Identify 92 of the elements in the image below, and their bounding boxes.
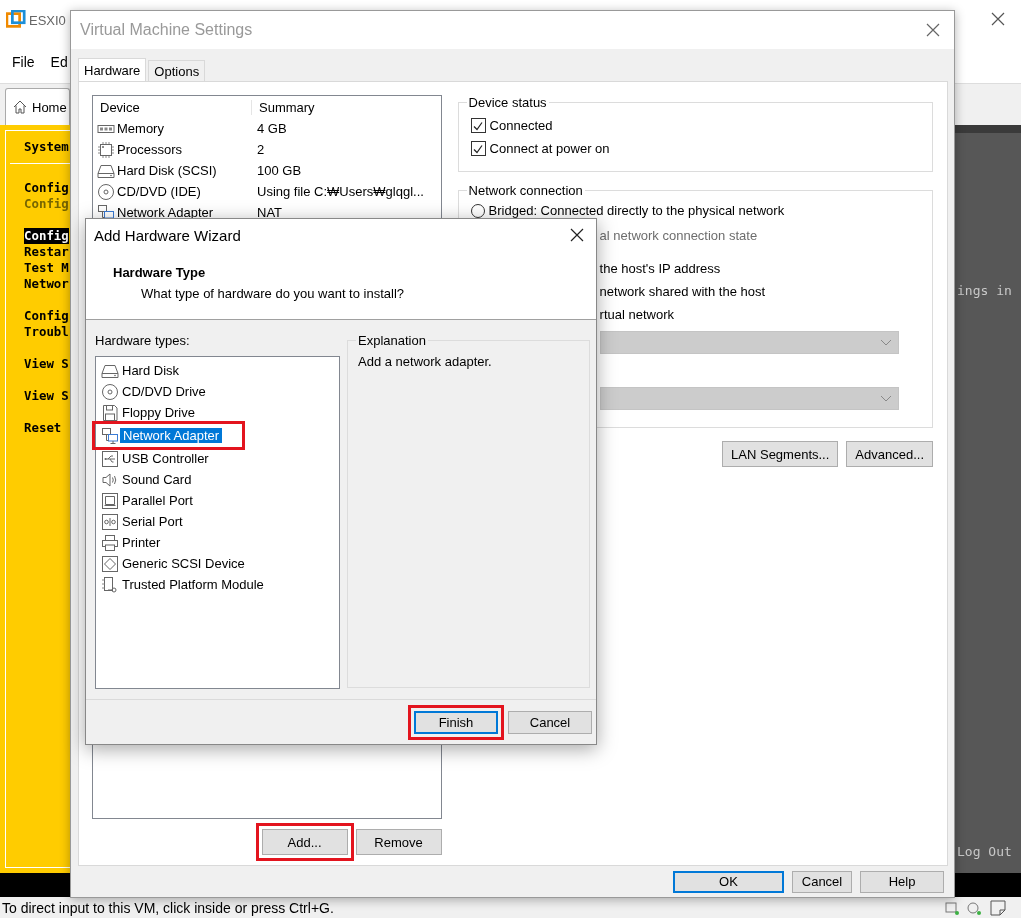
dialog-button[interactable]: Cancel [792,870,852,893]
list-item[interactable]: Hard Disk [101,360,180,381]
option-label: network shared with the host [599,284,766,299]
device-status-icon[interactable] [967,900,981,915]
list-item[interactable]: Serial Port [101,511,183,532]
console-menu-item[interactable]: Troubl [24,324,69,340]
console-menu-item[interactable]: Reset [24,420,62,436]
table-cell: Processors [93,140,251,159]
home-icon [12,99,28,115]
dialog-button[interactable]: Cancel [508,711,592,734]
disc-icon [101,382,119,401]
console-menu-item[interactable]: Test M [24,260,69,276]
remove-button[interactable]: Remove [355,829,442,855]
column-header: Summary [251,99,441,115]
diamond-icon [101,554,119,573]
console-heading: System [24,139,69,155]
menu-item[interactable]: File [12,53,35,70]
status-text: To direct input to this VM, click inside or press Ctrl+G. [2,899,334,916]
table-cell: Memory [93,119,251,138]
option-label: al network connection state [599,228,758,243]
wizard-heading: Hardware Type [113,265,207,280]
add-button[interactable]: Add... [261,829,348,855]
speaker-icon [101,470,119,489]
list-item[interactable]: Sound Card [101,469,192,490]
serial-port-icon [101,512,119,531]
option-label: the host's IP address [599,261,721,276]
group-label: Explanation [357,333,427,348]
console-menu-item[interactable]: View S [24,388,69,404]
menu-item[interactable]: Ed [50,53,68,70]
printer-icon [101,533,119,552]
dialog-button[interactable]: Finish [414,711,498,734]
list-item[interactable]: Floppy Drive [101,402,195,423]
table-cell-text: 100 GB [256,163,303,178]
check-icon [472,119,485,132]
tab[interactable]: Hardware [78,58,147,81]
app-title: ESXI0 [29,12,66,28]
console-text: Log Out [957,844,1013,859]
close-icon[interactable] [570,228,584,242]
table-cell-text: NAT [256,205,284,220]
console-menu-item[interactable]: Config [24,180,69,196]
chevron-icon [879,338,892,347]
dialog-button[interactable]: Advanced... [846,441,933,467]
list-item[interactable]: USB Controller [101,448,209,469]
checkbox[interactable] [470,118,486,133]
chip-key-icon [101,575,119,594]
dialog-button[interactable]: LAN Segments... [722,441,839,467]
radio-label: Bridged: Connected directly to the physical network [488,203,785,218]
console-text: ings in [957,283,1013,298]
checkbox-label: Connect at power on [489,141,610,156]
chevron-icon [879,394,892,403]
console-menu-item[interactable]: View S [24,356,69,372]
check-icon [472,142,485,155]
list-item[interactable]: Generic SCSI Device [101,553,245,574]
checkbox[interactable] [470,141,486,156]
list-item[interactable]: CD/DVD Drive [101,381,206,402]
table-cell-text: Using file C:₩Users₩glqgl... [256,184,425,199]
list-item[interactable]: Network Adapter [92,421,246,450]
chip-icon [97,140,115,159]
tab[interactable]: Options [148,60,206,81]
window-title: Add Hardware Wizard [94,226,241,244]
close-icon[interactable] [991,11,1005,26]
dialog-button[interactable]: Help [860,870,944,893]
console-menu-item[interactable]: Restar [24,244,69,260]
console-menu-item[interactable]: Config [24,308,69,324]
explanation-text: Add a network adapter. [358,354,492,369]
disc-icon [97,182,115,201]
console-menu-item[interactable]: Config [24,196,69,212]
table-cell-text: 4 GB [256,121,288,136]
list-label: Hardware types: [95,333,191,348]
usb-icon [101,449,119,468]
column-header: Device [99,99,141,115]
note-icon[interactable] [989,898,1007,917]
tab[interactable]: Home [5,88,70,125]
group-label: Device status [467,95,548,110]
console-menu-item[interactable]: Config [24,228,69,244]
table-cell: Hard Disk (SCSI) [93,161,251,180]
list-item[interactable]: Trusted Platform Module [101,574,264,595]
monitors-icon [101,426,119,445]
floppy-icon [101,403,119,422]
window-title: Virtual Machine Settings [80,21,253,39]
table-cell-text: 2 [256,142,266,157]
port-icon [101,491,119,510]
option-label: rtual network [599,307,674,322]
dialog-button[interactable]: OK [673,870,784,893]
console-menu-item[interactable]: Networ [24,276,69,292]
wizard-subtitle: What type of hardware do you want to install? [140,286,406,301]
list-item[interactable]: Parallel Port [101,490,193,511]
list-item[interactable]: Printer [101,532,161,553]
table-cell: CD/DVD (IDE) [93,182,251,201]
logo-icon [6,10,26,30]
group-label: Network connection [467,183,584,198]
checkbox-label: Connected [489,118,553,133]
